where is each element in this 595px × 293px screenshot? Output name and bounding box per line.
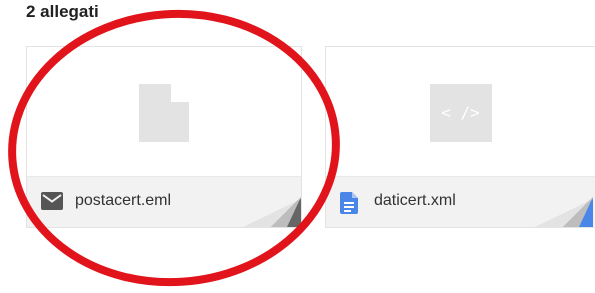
attachments-panel: 2 allegati postacert.eml < /> daticert.x… <box>0 0 595 293</box>
attachment-footer[interactable]: daticert.xml <box>326 176 595 227</box>
attachment-preview[interactable]: < /> <box>326 47 595 179</box>
attachment-preview[interactable] <box>27 47 301 179</box>
download-corner-icon[interactable] <box>243 197 301 227</box>
document-icon <box>340 192 358 214</box>
mail-icon <box>41 192 63 210</box>
attachment-card-postacert[interactable]: postacert.eml <box>26 46 302 228</box>
attachment-card-daticert[interactable]: < /> daticert.xml <box>325 46 595 228</box>
download-corner-icon[interactable] <box>535 197 593 227</box>
generic-file-icon <box>139 84 189 142</box>
attachment-filename: daticert.xml <box>374 192 456 209</box>
attachment-footer[interactable]: postacert.eml <box>27 176 301 227</box>
code-glyph: < /> <box>441 103 480 122</box>
attachments-count-heading: 2 allegati <box>26 2 99 21</box>
attachment-filename: postacert.eml <box>75 192 172 209</box>
